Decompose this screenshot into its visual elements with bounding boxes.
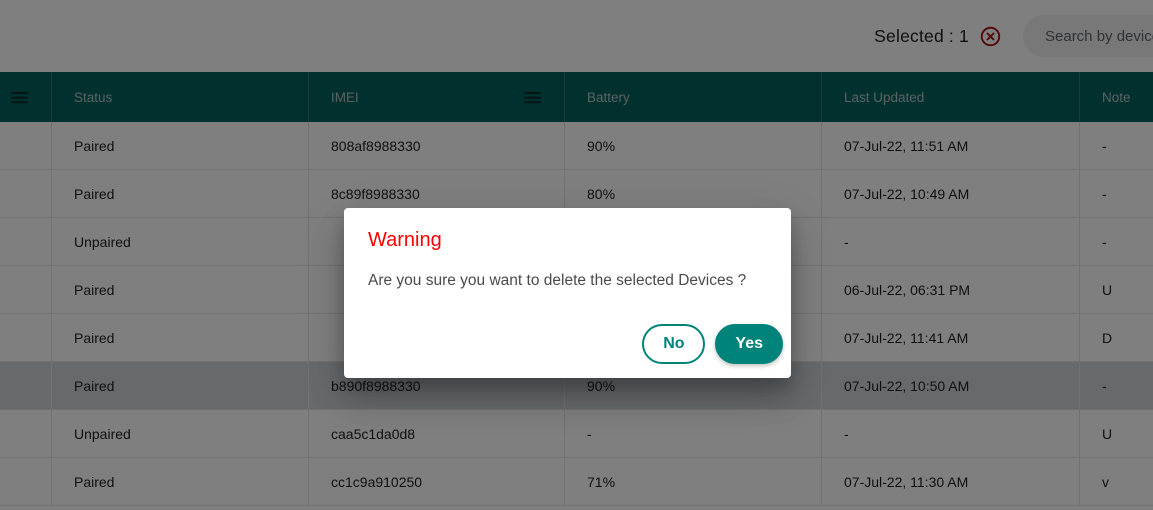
dialog-actions: No Yes <box>344 324 791 378</box>
yes-button[interactable]: Yes <box>715 324 783 364</box>
delete-confirmation-dialog: Warning Are you sure you want to delete … <box>344 208 791 378</box>
no-button[interactable]: No <box>642 324 706 364</box>
dialog-title: Warning <box>368 229 442 251</box>
dialog-message: Are you sure you want to delete the sele… <box>368 272 747 289</box>
device-list-page: Selected : 1 Status IMEI <box>0 0 1153 510</box>
